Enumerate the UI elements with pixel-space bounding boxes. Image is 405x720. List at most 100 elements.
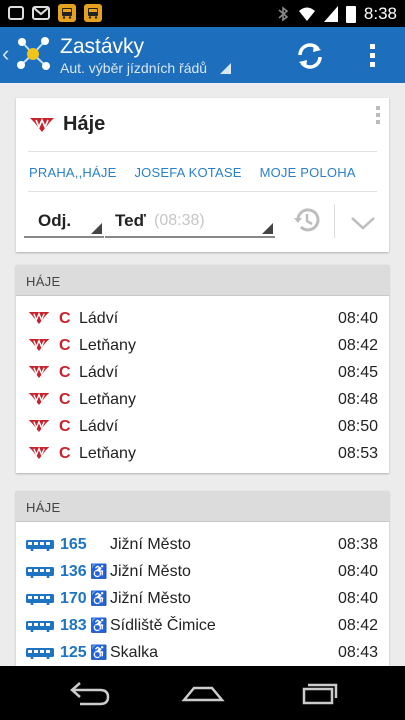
vertical-divider — [334, 204, 335, 238]
metro-logo-icon — [28, 447, 50, 459]
departure-time: 08:50 — [337, 418, 378, 435]
departure-row[interactable]: 125 ♿ Skalka 08:43 — [16, 641, 389, 666]
bus-icon — [26, 621, 54, 632]
destination: Jižní Město — [110, 536, 191, 553]
metro-logo-icon — [28, 393, 50, 405]
recent-apps-icon[interactable] — [292, 678, 342, 708]
line-number: C — [59, 418, 71, 435]
departure-row[interactable]: C Ládví 08:40 — [16, 307, 389, 334]
destination: Ládví — [79, 364, 119, 381]
overflow-menu-button[interactable] — [362, 40, 382, 70]
home-icon[interactable] — [178, 678, 228, 708]
line-number: C — [59, 310, 71, 327]
departure-row[interactable]: C Letňany 08:48 — [16, 388, 389, 415]
divider — [28, 191, 377, 192]
back-chevron-icon[interactable]: ‹ — [2, 41, 9, 67]
quick-link-josefa-kotase[interactable]: JOSEFA KOTASE — [134, 165, 241, 180]
subtitle-dropdown-icon[interactable] — [220, 63, 231, 74]
destination: Letňany — [79, 391, 136, 408]
departure-time: 08:40 — [337, 563, 378, 580]
spinner-arrow-icon — [262, 223, 273, 234]
destination: Sídliště Čimice — [110, 617, 216, 634]
quick-links: PRAHA,,HÁJE JOSEFA KOTASE MOJE POLOHA — [29, 165, 356, 180]
metro-departures-card: HÁJE C Ládví 08:40 C Letňany 08:42 C Ládví 08:45… — [16, 265, 389, 473]
status-bar: 8:38 — [0, 0, 405, 27]
departure-row[interactable]: 136 ♿ Jižní Město 08:40 — [16, 560, 389, 587]
battery-icon — [345, 5, 356, 23]
bus-app-icon — [58, 4, 76, 22]
time-value: (08:38) — [154, 212, 205, 229]
departure-row[interactable]: 170 ♿ Jižní Město 08:40 — [16, 587, 389, 614]
wheelchair-icon: ♿ — [90, 617, 108, 633]
refresh-icon[interactable] — [292, 38, 328, 74]
stop-name: Háje — [63, 113, 106, 135]
wifi-icon — [298, 7, 315, 21]
departure-type-spinner[interactable]: Odj. — [24, 204, 104, 238]
destination: Letňany — [79, 337, 136, 354]
line-number: C — [59, 364, 71, 381]
departure-row[interactable]: C Ládví 08:45 — [16, 361, 389, 388]
bus-icon — [26, 540, 54, 551]
departure-list: C Ládví 08:40 C Letňany 08:42 C Ládví 08:45 C Letň… — [16, 296, 389, 469]
departure-row[interactable]: 165 Jižní Město 08:38 — [16, 533, 389, 560]
navigation-bar — [0, 666, 405, 720]
mail-icon — [32, 6, 50, 20]
gallery-icon — [8, 6, 24, 20]
quick-link-my-location[interactable]: MOJE POLOHA — [260, 165, 356, 180]
card-menu-button[interactable] — [376, 106, 380, 124]
destination: Ládví — [79, 418, 119, 435]
wheelchair-icon: ♿ — [90, 644, 108, 660]
history-icon[interactable] — [292, 205, 322, 235]
bus-icon — [26, 594, 54, 605]
signal-icon — [323, 6, 338, 22]
back-icon[interactable] — [64, 678, 114, 708]
section-header: HÁJE — [16, 491, 389, 522]
line-number: 183 — [60, 617, 87, 634]
metro-logo-icon — [30, 118, 54, 132]
divider — [28, 151, 377, 152]
wheelchair-icon: ♿ — [90, 563, 108, 579]
departure-time: 08:38 — [337, 536, 378, 553]
departure-row[interactable]: 183 ♿ Sídliště Čimice 08:42 — [16, 614, 389, 641]
departure-time: 08:48 — [337, 391, 378, 408]
destination: Skalka — [110, 644, 159, 661]
departure-time: 08:53 — [337, 445, 378, 462]
departure-row[interactable]: C Letňany 08:53 — [16, 442, 389, 469]
departure-type-value: Odj. — [38, 211, 72, 230]
departure-time: 08:40 — [337, 590, 378, 607]
bus-departures-card: HÁJE 165 Jižní Město 08:38 136 ♿ Jižní Město 0… — [16, 491, 389, 666]
section-header: HÁJE — [16, 265, 389, 296]
departure-time: 08:42 — [337, 617, 378, 634]
destination: Jižní Město — [110, 590, 191, 607]
line-number: 136 — [60, 563, 87, 580]
departure-time: 08:42 — [337, 337, 378, 354]
action-bar: ‹ Zastávky Aut. výběr jízdních řádů — [0, 27, 405, 83]
departure-row[interactable]: C Ládví 08:50 — [16, 415, 389, 442]
line-number: 125 — [60, 644, 87, 661]
line-number: C — [59, 337, 71, 354]
bus-icon — [26, 567, 54, 578]
app-logo-icon[interactable] — [14, 35, 52, 73]
destination: Jižní Město — [110, 563, 191, 580]
destination: Ládví — [79, 310, 119, 327]
quick-link-praha-haje[interactable]: PRAHA,,HÁJE — [29, 165, 116, 180]
bus-icon — [26, 648, 54, 659]
departure-time: 08:45 — [337, 364, 378, 381]
app-title: Zastávky — [60, 35, 145, 58]
bluetooth-icon — [278, 6, 289, 22]
metro-logo-icon — [28, 366, 50, 378]
time-spinner[interactable]: Teď (08:38) — [105, 204, 275, 238]
metro-logo-icon — [28, 420, 50, 432]
line-number: 165 — [60, 536, 87, 553]
line-number: C — [59, 445, 71, 462]
spinner-arrow-icon — [91, 223, 102, 234]
bus-app-icon — [84, 4, 102, 22]
app-subtitle[interactable]: Aut. výběr jízdních řádů — [60, 60, 207, 76]
chevron-down-icon[interactable] — [350, 215, 376, 231]
departure-list: 165 Jižní Město 08:38 136 ♿ Jižní Město 08:40 1… — [16, 522, 389, 666]
departure-row[interactable]: C Letňany 08:42 — [16, 334, 389, 361]
stop-card: Háje PRAHA,,HÁJE JOSEFA KOTASE MOJE POLO… — [16, 98, 389, 252]
time-mode-value: Teď — [115, 211, 146, 230]
destination: Letňany — [79, 445, 136, 462]
line-number: 170 — [60, 590, 87, 607]
